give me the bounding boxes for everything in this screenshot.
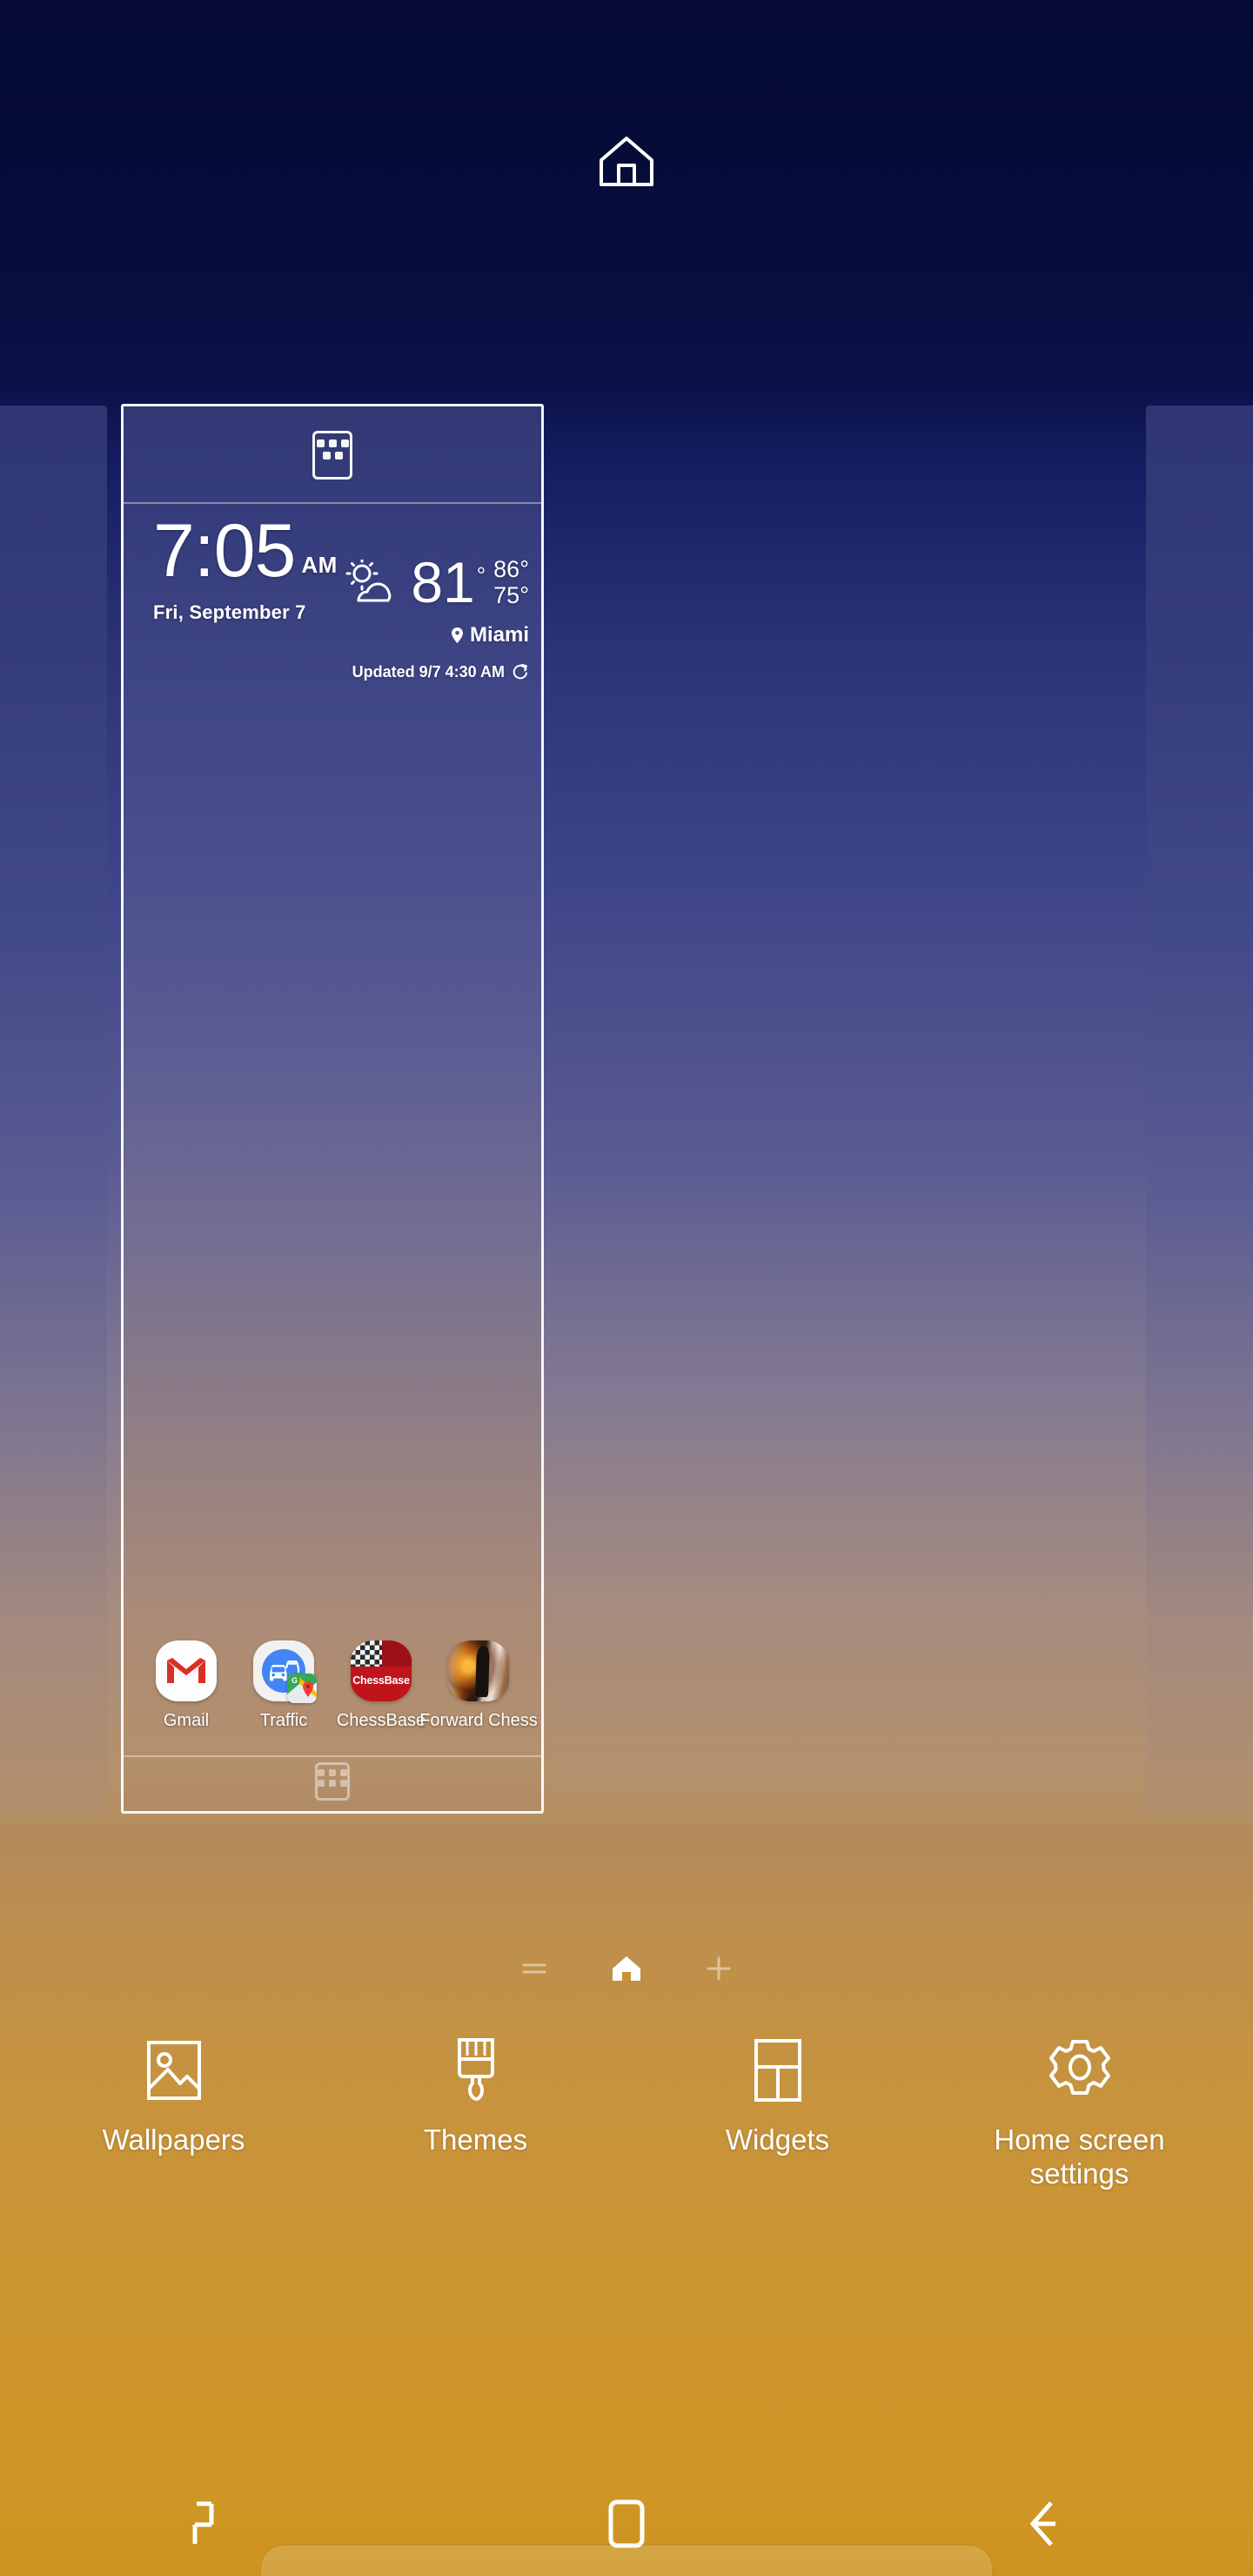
wallpapers-button[interactable]: Wallpapers bbox=[48, 2036, 300, 2191]
themes-button[interactable]: Themes bbox=[350, 2036, 602, 2191]
back-arrow-icon bbox=[1022, 2499, 1066, 2549]
back-button[interactable] bbox=[966, 2493, 1122, 2554]
drawer-dot bbox=[329, 1780, 336, 1787]
forward-chess-icon bbox=[448, 1640, 509, 1701]
app-drawer-icon[interactable] bbox=[315, 1762, 350, 1801]
drawer-dot bbox=[341, 439, 349, 447]
tool-label: Themes bbox=[424, 2123, 527, 2157]
weather-location-row: Miami bbox=[242, 623, 529, 647]
plus-icon bbox=[706, 1955, 732, 1982]
weather-location: Miami bbox=[470, 623, 529, 647]
page-top-strip bbox=[124, 406, 541, 504]
drawer-dot bbox=[317, 439, 325, 447]
svg-text:G: G bbox=[291, 1676, 298, 1685]
app-drawer-icon[interactable] bbox=[312, 431, 352, 480]
chess-piece-silhouette bbox=[475, 1646, 490, 1697]
weather-high-low: 86° 75° bbox=[493, 556, 529, 608]
add-page-indicator[interactable] bbox=[698, 1948, 740, 1989]
page-bottom-strip bbox=[124, 1755, 541, 1811]
app-label: Gmail bbox=[164, 1711, 209, 1731]
app-item-forward-chess[interactable]: Forward Chess bbox=[433, 1640, 524, 1731]
drawer-dot bbox=[335, 452, 343, 460]
previous-page-preview[interactable] bbox=[0, 406, 107, 1815]
home-screen-settings-button[interactable]: Home screen settings bbox=[954, 2036, 1206, 2191]
app-row: Gmail bbox=[124, 1640, 541, 1731]
refresh-icon[interactable] bbox=[512, 663, 529, 681]
home-icon bbox=[594, 131, 659, 191]
chessbase-wordmark: ChessBase bbox=[351, 1674, 412, 1687]
chessbase-top-right-panel bbox=[382, 1640, 412, 1667]
widgets-button[interactable]: Widgets bbox=[652, 2036, 904, 2191]
home-edit-toolbar: Wallpapers Themes bbox=[0, 2036, 1253, 2191]
bixby-home-page-indicator[interactable] bbox=[513, 1948, 555, 1989]
drawer-dot bbox=[329, 439, 337, 447]
weather-temperature: 81 bbox=[411, 556, 474, 609]
app-label: Forward Chess bbox=[419, 1711, 538, 1731]
weather-main-row: 81 ° 86° 75° bbox=[242, 556, 529, 609]
location-pin-icon bbox=[451, 627, 464, 644]
app-item-traffic[interactable]: G Traffic bbox=[238, 1640, 329, 1731]
widgets-grid-icon bbox=[751, 2036, 805, 2104]
tool-label: Wallpapers bbox=[103, 2123, 245, 2157]
weather-high: 86° bbox=[493, 556, 529, 582]
gmail-icon bbox=[156, 1640, 217, 1701]
google-maps-badge-icon: G bbox=[287, 1674, 317, 1703]
partly-cloudy-icon bbox=[345, 560, 399, 605]
bottom-sheet-handle[interactable] bbox=[261, 2546, 992, 2576]
traffic-icon: G bbox=[253, 1640, 314, 1701]
wallpaper-top-band bbox=[0, 0, 1253, 392]
weather-updated-text: Updated 9/7 4:30 AM bbox=[352, 663, 505, 681]
next-page-preview[interactable] bbox=[1146, 406, 1253, 1815]
gear-icon bbox=[1047, 2036, 1113, 2104]
chessbase-icon: ChessBase bbox=[351, 1640, 412, 1701]
drawer-dot bbox=[340, 1780, 347, 1787]
home-screen-edit-mode: 7:05 AM Fri, September 7 bbox=[0, 0, 1253, 2576]
drawer-dot bbox=[329, 1769, 336, 1776]
app-label: Traffic bbox=[260, 1711, 307, 1731]
weather-degree-symbol: ° bbox=[477, 562, 486, 589]
home-outline-icon bbox=[606, 2499, 647, 2549]
drawer-dot bbox=[318, 1780, 325, 1787]
wallpaper-bottom-band bbox=[0, 1823, 1253, 2576]
app-item-chessbase[interactable]: ChessBase ChessBase bbox=[336, 1640, 426, 1731]
app-label: ChessBase bbox=[337, 1711, 425, 1731]
app-item-gmail[interactable]: Gmail bbox=[141, 1640, 231, 1731]
tool-label: Home screen settings bbox=[954, 2123, 1206, 2191]
page-indicator-row bbox=[0, 1948, 1253, 1989]
drawer-dot bbox=[323, 452, 331, 460]
tool-label: Widgets bbox=[726, 2123, 829, 2157]
top-home-indicator[interactable] bbox=[0, 131, 1253, 191]
selected-page-preview[interactable]: 7:05 AM Fri, September 7 bbox=[121, 404, 544, 1814]
drawer-dot bbox=[318, 1769, 325, 1776]
home-filled-icon bbox=[611, 1954, 642, 1983]
drawer-dot bbox=[340, 1769, 347, 1776]
image-icon bbox=[145, 2036, 203, 2104]
checkerboard-pattern bbox=[351, 1640, 382, 1667]
recents-icon bbox=[187, 2499, 231, 2549]
weather-widget[interactable]: 81 ° 86° 75° Miami Updated 9/7 4:30 AM bbox=[242, 556, 529, 681]
recents-button[interactable] bbox=[131, 2493, 287, 2554]
paintbrush-icon bbox=[449, 2036, 503, 2104]
weather-low: 75° bbox=[493, 582, 529, 608]
lines-icon bbox=[521, 1959, 547, 1978]
home-page-indicator[interactable] bbox=[606, 1948, 647, 1989]
weather-updated-row: Updated 9/7 4:30 AM bbox=[242, 663, 529, 681]
